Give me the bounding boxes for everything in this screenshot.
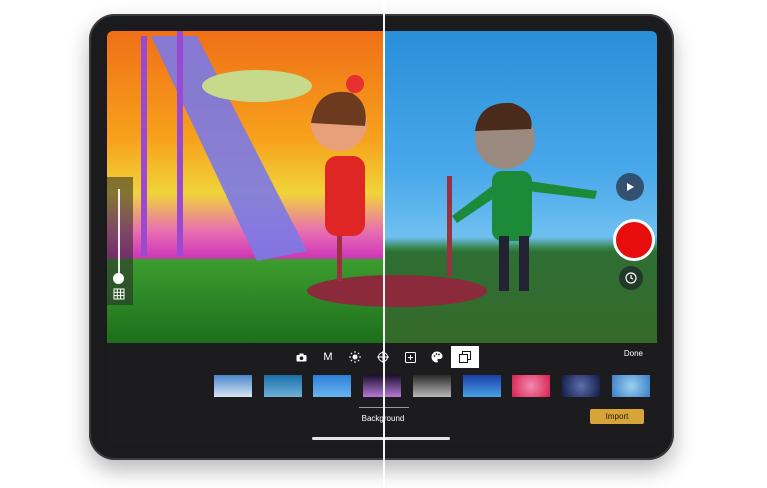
thumbnail-gradient-blue[interactable] bbox=[463, 375, 501, 397]
done-button[interactable]: Done bbox=[624, 349, 643, 358]
thumbnail-clouds[interactable] bbox=[214, 375, 252, 397]
timer-button[interactable] bbox=[619, 266, 643, 290]
rail-2 bbox=[447, 176, 452, 276]
clay-scene bbox=[141, 31, 597, 307]
ladder-rail-2 bbox=[177, 31, 183, 256]
thumbnail-water[interactable] bbox=[612, 375, 650, 397]
boy-leg-right bbox=[519, 236, 529, 291]
girl-body bbox=[325, 156, 365, 236]
clock-icon bbox=[625, 272, 637, 284]
boy-hair bbox=[475, 102, 532, 131]
thumbnail-pink[interactable] bbox=[512, 375, 550, 397]
exposure-tool-button[interactable] bbox=[399, 347, 421, 367]
brightness-tool-button[interactable] bbox=[344, 347, 366, 367]
palette-tool-button[interactable] bbox=[426, 347, 448, 367]
boy-leg-left bbox=[499, 236, 509, 291]
comparison-divider[interactable] bbox=[383, 0, 385, 488]
exposure-slider-knob[interactable] bbox=[113, 273, 124, 284]
thumbnail-moon[interactable] bbox=[413, 375, 451, 397]
thumbnail-sea[interactable] bbox=[264, 375, 302, 397]
boy-arm-right bbox=[527, 181, 597, 199]
exposure-slider-panel bbox=[107, 177, 133, 305]
camera-tool-button[interactable] bbox=[290, 347, 312, 367]
thumbnail-space[interactable] bbox=[562, 375, 600, 397]
thumbnail-nebula[interactable] bbox=[363, 375, 401, 397]
girl-bow bbox=[346, 75, 364, 93]
ladder-rail bbox=[141, 36, 147, 256]
play-button[interactable] bbox=[616, 173, 644, 201]
brightness-icon bbox=[349, 351, 361, 363]
manual-tool-label: M bbox=[323, 351, 333, 363]
boy-sweater bbox=[492, 171, 532, 241]
layers-icon bbox=[459, 351, 471, 363]
exposure-slider-track[interactable] bbox=[118, 189, 120, 277]
grid-icon[interactable] bbox=[113, 288, 125, 300]
bottom-toolbar: M Done Background Impor bbox=[107, 343, 657, 444]
slide bbox=[151, 36, 307, 261]
thumbnail-sky[interactable] bbox=[313, 375, 351, 397]
clay-cloud bbox=[202, 70, 312, 102]
app-screen: M Done Background Impor bbox=[107, 31, 657, 444]
record-button[interactable] bbox=[613, 219, 655, 261]
camera-icon bbox=[296, 353, 306, 361]
import-button[interactable]: Import bbox=[590, 409, 644, 424]
exposure-icon bbox=[404, 351, 416, 363]
background-thumbnails bbox=[214, 375, 654, 397]
palette-icon bbox=[431, 351, 443, 363]
manual-tool-button[interactable]: M bbox=[317, 347, 339, 367]
camera-preview bbox=[107, 31, 657, 343]
play-icon bbox=[627, 183, 634, 191]
girl-hair bbox=[311, 91, 366, 126]
merry-go-round bbox=[307, 275, 487, 307]
background-tool-button[interactable] bbox=[451, 346, 479, 368]
home-indicator bbox=[312, 437, 450, 440]
boy-arm-left bbox=[452, 186, 497, 223]
